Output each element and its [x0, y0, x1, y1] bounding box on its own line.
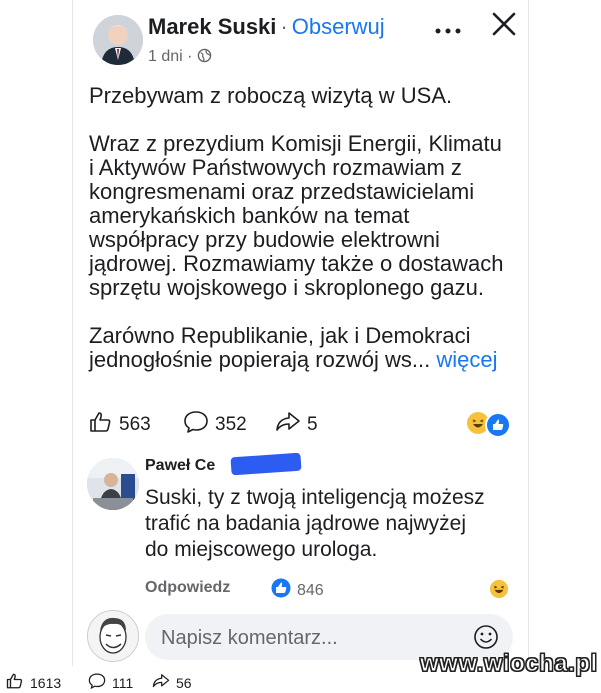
post-line: Zarówno Republikanie, jak i Demokraci [89, 323, 471, 348]
post-time[interactable]: 1 dni [148, 48, 183, 65]
bottom-share[interactable]: 56 [152, 672, 192, 693]
bottom-comment-count: 111 [112, 674, 134, 691]
comment-icon [183, 410, 209, 440]
reply-button[interactable]: Odpowiedz [145, 579, 230, 597]
post-line: współpracy przy budowie elektrowni [89, 227, 440, 252]
follow-button[interactable]: Obserwuj [292, 14, 385, 39]
bottom-share-count: 56 [176, 674, 192, 691]
post-text: Przebywam z roboczą wizytą w USA. Wraz z… [89, 84, 519, 372]
comment-likes[interactable]: 846 [271, 578, 324, 603]
commenter-name[interactable]: Paweł Ce [145, 457, 215, 475]
my-avatar [87, 610, 139, 662]
post-line: sprzętu wojskowego i skroplonego gazu. [89, 275, 485, 300]
post-header: Marek Suski · Obserwuj [148, 14, 385, 40]
thumbs-up-icon [6, 672, 24, 693]
comment-line: do miejscowego urologa. [145, 538, 378, 561]
post-line: kongresmenami oraz przedstawicielami [89, 179, 475, 204]
bottom-comment[interactable]: 111 [88, 672, 133, 693]
comment-count: 352 [215, 414, 247, 435]
share-icon [275, 410, 301, 440]
like-button[interactable]: 563 [89, 410, 151, 440]
comment-icon [88, 672, 106, 693]
post-actions: 563 352 5 [89, 410, 519, 440]
bottom-like[interactable]: 1613 [6, 672, 61, 693]
comment-text: Suski, ty z twoją inteligencją możesz tr… [145, 485, 505, 563]
like-count: 563 [119, 414, 151, 435]
close-icon[interactable] [491, 10, 517, 42]
author-avatar[interactable] [93, 15, 143, 65]
post-meta: 1 dni · [148, 48, 212, 66]
like-reaction-icon [271, 578, 291, 603]
reactions-summary[interactable] [467, 412, 511, 438]
comment-button[interactable]: 352 [183, 410, 247, 440]
post-line: i Aktywów Państwowych rozmawiam z [89, 155, 462, 180]
redaction-scribble [230, 452, 302, 476]
header-separator: · [280, 14, 288, 39]
post-line: Wraz z prezydium Komisji Energii, Klimat… [89, 131, 502, 156]
meta-dot: · [187, 48, 193, 65]
commenter-avatar[interactable] [87, 458, 139, 510]
globe-icon [197, 48, 212, 65]
comment-line: Suski, ty z twoją inteligencją możesz [145, 486, 485, 509]
bottom-like-count: 1613 [30, 674, 62, 691]
haha-icon [489, 579, 509, 604]
post-line: amerykańskich banków na temat [89, 203, 410, 228]
comment-input[interactable] [159, 614, 463, 662]
share-count: 5 [307, 414, 318, 435]
truncated-text: jednogłośnie popierają rozwój ws... [89, 347, 431, 372]
comment-line: trafić na badania jądrowe najwyżej [145, 512, 467, 535]
see-more-link[interactable]: więcej [436, 347, 497, 372]
post-line: jądrowej. Rozmawiamy także o dostawach [89, 251, 504, 276]
emoji-picker-icon[interactable] [473, 624, 499, 650]
post-line: Przebywam z roboczą wizytą w USA. [89, 83, 453, 108]
share-button[interactable]: 5 [275, 410, 318, 440]
thumbs-up-icon [89, 410, 113, 440]
share-icon [152, 672, 170, 693]
like-reaction-icon [485, 412, 511, 438]
post-card: Marek Suski · Obserwuj 1 dni · Przebywam z… [72, 0, 529, 666]
comment-like-count: 846 [297, 581, 324, 599]
more-options-icon[interactable] [433, 12, 463, 43]
author-name[interactable]: Marek Suski [148, 14, 276, 39]
post-line-last: jednogłośnie popierają rozwój ws... więc… [89, 348, 519, 372]
site-watermark: www.wiocha.pl [420, 650, 598, 678]
